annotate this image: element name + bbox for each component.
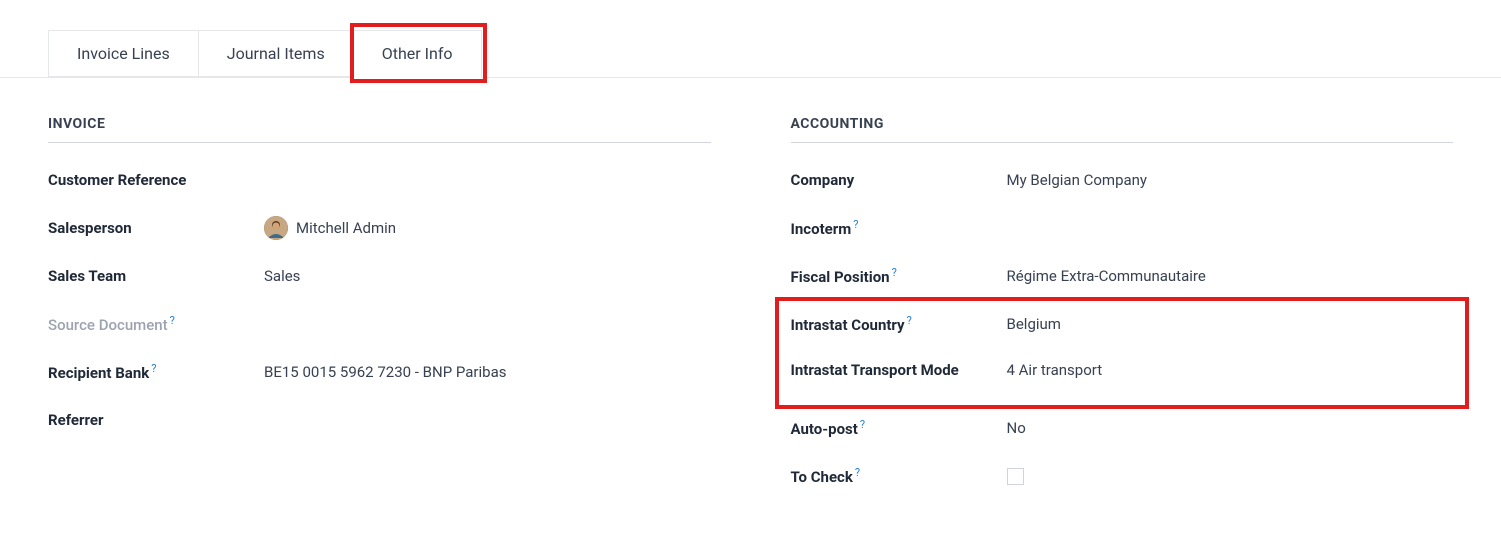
customer-reference-label: Customer Reference [48, 171, 264, 189]
label-text: Fiscal Position [791, 268, 890, 286]
intrastat-transport-mode-value[interactable]: 4 Air transport [1007, 361, 1103, 379]
intrastat-country-row: Intrastat Country? Belgium [791, 311, 1454, 337]
intrastat-country-label: Intrastat Country? [791, 314, 1007, 334]
sales-team-label: Sales Team [48, 267, 264, 285]
to-check-checkbox[interactable] [1007, 468, 1024, 485]
auto-post-label: Auto-post? [791, 418, 1007, 438]
label-text: Intrastat Country [791, 316, 905, 334]
avatar-icon [264, 216, 288, 240]
company-value[interactable]: My Belgian Company [1007, 171, 1148, 189]
help-icon[interactable]: ? [853, 218, 858, 231]
tabs-bar: Invoice Lines Journal Items Other Info [0, 0, 1501, 78]
to-check-value[interactable] [1007, 468, 1024, 485]
sales-team-row: Sales Team Sales [48, 263, 711, 289]
label-text: Incoterm [791, 220, 852, 238]
fiscal-position-value[interactable]: Régime Extra-Communautaire [1007, 267, 1206, 285]
recipient-bank-row: Recipient Bank? BE15 0015 5962 7230 - BN… [48, 359, 711, 385]
incoterm-label: Incoterm? [791, 218, 1007, 238]
recipient-bank-label: Recipient Bank? [48, 362, 264, 382]
intrastat-highlight-box: Intrastat Country? Belgium Intrastat Tra… [775, 297, 1470, 409]
help-icon[interactable]: ? [170, 314, 175, 327]
label-text: To Check [791, 468, 853, 486]
intrastat-transport-mode-row: Intrastat Transport Mode 4 Air transport [791, 357, 1454, 383]
tab-invoice-lines[interactable]: Invoice Lines [48, 30, 199, 77]
fiscal-position-row: Fiscal Position? Régime Extra-Communauta… [791, 263, 1454, 289]
company-label: Company [791, 171, 1007, 189]
auto-post-row: Auto-post? No [791, 415, 1454, 441]
tab-journal-items[interactable]: Journal Items [198, 30, 354, 77]
intrastat-country-value[interactable]: Belgium [1007, 315, 1061, 333]
label-text: Auto-post [791, 420, 858, 438]
salesperson-name: Mitchell Admin [296, 219, 396, 237]
tabs: Invoice Lines Journal Items Other Info [48, 30, 1501, 77]
help-icon[interactable]: ? [855, 466, 860, 479]
help-icon[interactable]: ? [892, 266, 897, 279]
referrer-label: Referrer [48, 411, 264, 429]
accounting-section: ACCOUNTING Company My Belgian Company In… [771, 116, 1454, 511]
tab-other-info[interactable]: Other Info [353, 30, 482, 78]
intrastat-transport-mode-label: Intrastat Transport Mode [791, 361, 1007, 379]
fiscal-position-label: Fiscal Position? [791, 266, 1007, 286]
avatar [264, 216, 288, 240]
sales-team-value[interactable]: Sales [264, 267, 300, 285]
form-page: Invoice Lines Journal Items Other Info I… [0, 0, 1501, 551]
customer-reference-row: Customer Reference [48, 167, 711, 193]
tab-label: Other Info [382, 44, 453, 63]
source-document-row: Source Document? [48, 311, 711, 337]
invoice-heading: INVOICE [48, 116, 711, 143]
label-text: Recipient Bank [48, 364, 149, 382]
tab-label: Invoice Lines [77, 44, 170, 63]
accounting-heading: ACCOUNTING [791, 116, 1454, 143]
invoice-section: INVOICE Customer Reference Salesperson [48, 116, 711, 511]
help-icon[interactable]: ? [907, 314, 912, 327]
referrer-row: Referrer [48, 407, 711, 433]
salesperson-value[interactable]: Mitchell Admin [264, 216, 396, 240]
recipient-bank-value[interactable]: BE15 0015 5962 7230 - BNP Paribas [264, 363, 506, 381]
salesperson-row: Salesperson Mitchell Admin [48, 215, 711, 241]
to-check-label: To Check? [791, 466, 1007, 486]
to-check-row: To Check? [791, 463, 1454, 489]
tab-label: Journal Items [227, 44, 325, 63]
help-icon[interactable]: ? [151, 362, 156, 375]
incoterm-row: Incoterm? [791, 215, 1454, 241]
help-icon[interactable]: ? [860, 418, 865, 431]
label-text: Source Document [48, 316, 168, 334]
auto-post-value[interactable]: No [1007, 419, 1026, 437]
source-document-label: Source Document? [48, 314, 264, 334]
tab-content: INVOICE Customer Reference Salesperson [0, 78, 1501, 511]
salesperson-label: Salesperson [48, 219, 264, 237]
company-row: Company My Belgian Company [791, 167, 1454, 193]
